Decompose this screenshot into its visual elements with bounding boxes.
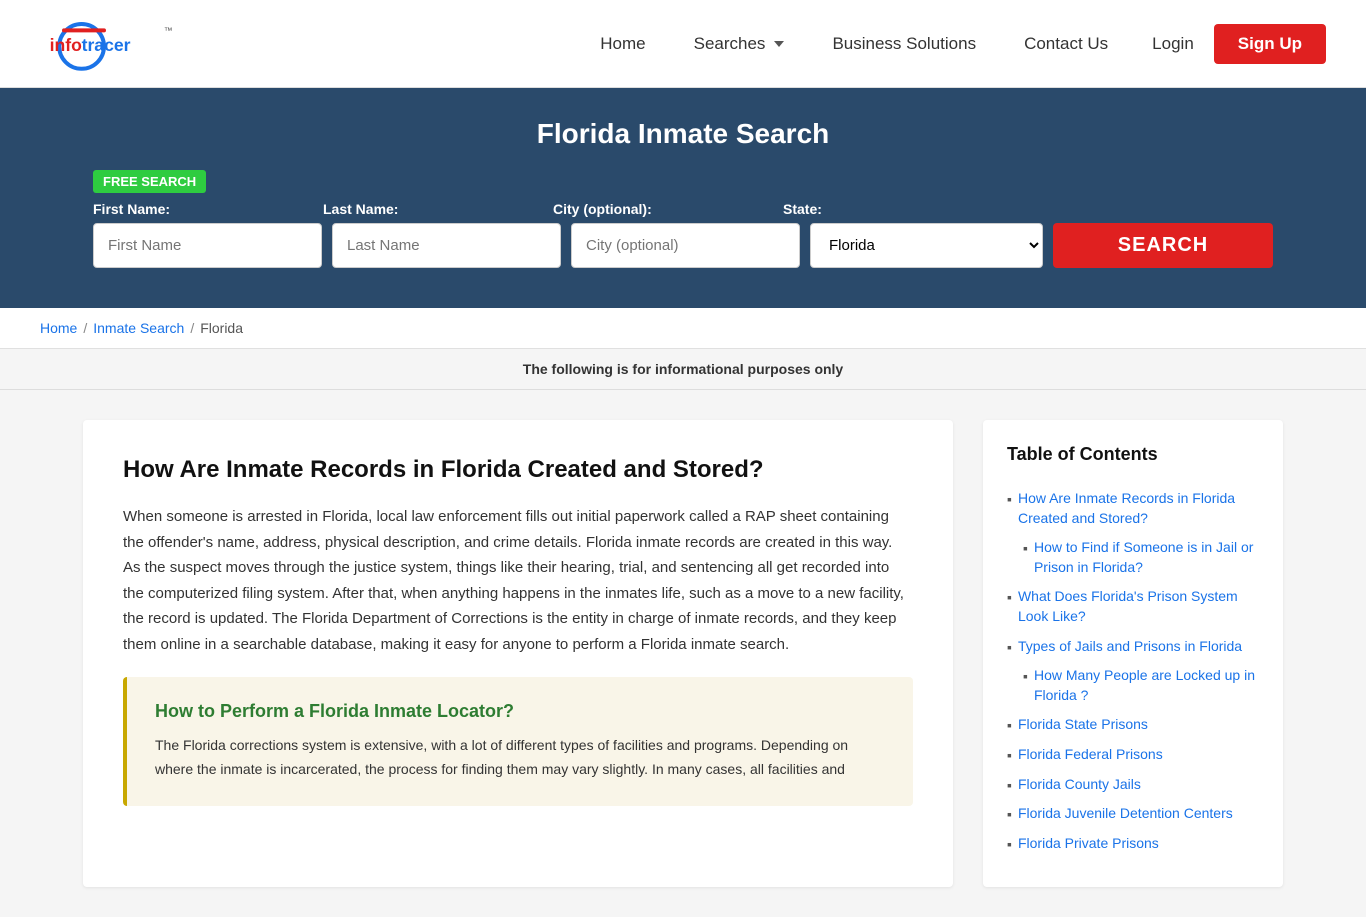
breadcrumb-florida: Florida <box>200 320 243 336</box>
toc-item: ▪ How Are Inmate Records in Florida Creat… <box>1007 489 1259 528</box>
search-button[interactable]: SEARCH <box>1053 223 1273 268</box>
firstname-input[interactable] <box>93 223 322 268</box>
toc-item: ▪ Types of Jails and Prisons in Florida <box>1007 637 1259 657</box>
logo-area: info tracer ™ <box>40 14 200 74</box>
toc-link[interactable]: How to Find if Someone is in Jail or Pri… <box>1034 538 1259 577</box>
nav-contact[interactable]: Contact Us <box>1000 34 1132 54</box>
state-select[interactable]: AlabamaAlaskaArizonaArkansasCaliforniaCo… <box>810 223 1043 268</box>
highlight-box: How to Perform a Florida Inmate Locator?… <box>123 677 913 806</box>
toc-item: ▪ Florida Federal Prisons <box>1007 745 1259 765</box>
toc-link[interactable]: How Are Inmate Records in Florida Create… <box>1018 489 1259 528</box>
main-nav: Home Searches Business Solutions Contact… <box>576 24 1326 64</box>
toc-link[interactable]: What Does Florida's Prison System Look L… <box>1018 587 1259 626</box>
free-search-badge: FREE SEARCH <box>93 170 206 193</box>
nav-searches[interactable]: Searches <box>670 34 809 54</box>
toc-bullet-icon: ▪ <box>1007 717 1012 733</box>
firstname-label: First Name: <box>93 201 313 217</box>
nav-business[interactable]: Business Solutions <box>808 34 1000 54</box>
toc-bullet-icon: ▪ <box>1023 540 1028 556</box>
hero-section: Florida Inmate Search FREE SEARCH First … <box>0 88 1366 308</box>
article-area: How Are Inmate Records in Florida Create… <box>83 420 953 887</box>
toc-bullet-icon: ▪ <box>1007 491 1012 507</box>
toc-list: ▪ How Are Inmate Records in Florida Creat… <box>1007 489 1259 853</box>
svg-text:™: ™ <box>164 25 173 35</box>
highlight-heading: How to Perform a Florida Inmate Locator? <box>155 701 885 722</box>
state-label: State: <box>783 201 1273 217</box>
city-input[interactable] <box>571 223 800 268</box>
city-label: City (optional): <box>553 201 773 217</box>
toc-bullet-icon: ▪ <box>1007 836 1012 852</box>
toc-title: Table of Contents <box>1007 444 1259 473</box>
article-body: When someone is arrested in Florida, loc… <box>123 504 913 657</box>
breadcrumb-inmate-search[interactable]: Inmate Search <box>93 320 184 336</box>
logo: info tracer ™ <box>40 14 200 74</box>
toc-link[interactable]: Florida State Prisons <box>1018 715 1148 735</box>
search-inputs: AlabamaAlaskaArizonaArkansasCaliforniaCo… <box>93 223 1273 268</box>
breadcrumb-sep-2: / <box>190 320 194 336</box>
svg-text:info: info <box>50 35 82 55</box>
toc-bullet-icon: ▪ <box>1007 589 1012 605</box>
toc-item: ▪ What Does Florida's Prison System Look … <box>1007 587 1259 626</box>
toc-link[interactable]: Types of Jails and Prisons in Florida <box>1018 637 1242 657</box>
search-form-wrap: FREE SEARCH First Name: Last Name: City … <box>93 170 1273 268</box>
sidebar-toc: Table of Contents ▪ How Are Inmate Record… <box>983 420 1283 887</box>
toc-link[interactable]: Florida Juvenile Detention Centers <box>1018 804 1233 824</box>
breadcrumb-home[interactable]: Home <box>40 320 77 336</box>
toc-bullet-icon: ▪ <box>1007 806 1012 822</box>
toc-link[interactable]: Florida Private Prisons <box>1018 834 1159 854</box>
article-heading: How Are Inmate Records in Florida Create… <box>123 456 913 484</box>
breadcrumb: Home / Inmate Search / Florida <box>40 320 1326 336</box>
toc-item: ▪ Florida Juvenile Detention Centers <box>1007 804 1259 824</box>
toc-item: ▪ How Many People are Locked up in Florid… <box>1007 666 1259 705</box>
toc-bullet-icon: ▪ <box>1007 639 1012 655</box>
toc-item: ▪ Florida Private Prisons <box>1007 834 1259 854</box>
toc-item: ▪ How to Find if Someone is in Jail or Pr… <box>1007 538 1259 577</box>
hero-title: Florida Inmate Search <box>40 118 1326 150</box>
breadcrumb-sep-1: / <box>83 320 87 336</box>
searches-chevron-icon <box>774 41 784 47</box>
login-button[interactable]: Login <box>1132 26 1214 62</box>
signup-button[interactable]: Sign Up <box>1214 24 1326 64</box>
svg-text:tracer: tracer <box>82 35 131 55</box>
toc-bullet-icon: ▪ <box>1023 668 1028 684</box>
header: info tracer ™ Home Searches Business Sol… <box>0 0 1366 88</box>
highlight-body: The Florida corrections system is extens… <box>155 734 885 782</box>
search-labels: First Name: Last Name: City (optional): … <box>93 201 1273 217</box>
lastname-label: Last Name: <box>323 201 543 217</box>
toc-link[interactable]: How Many People are Locked up in Florida… <box>1034 666 1259 705</box>
main-content: How Are Inmate Records in Florida Create… <box>43 390 1323 917</box>
nav-home[interactable]: Home <box>576 34 669 54</box>
toc-item: ▪ Florida County Jails <box>1007 775 1259 795</box>
breadcrumb-bar: Home / Inmate Search / Florida <box>0 308 1366 349</box>
toc-item: ▪ Florida State Prisons <box>1007 715 1259 735</box>
lastname-input[interactable] <box>332 223 561 268</box>
toc-bullet-icon: ▪ <box>1007 747 1012 763</box>
toc-bullet-icon: ▪ <box>1007 777 1012 793</box>
toc-link[interactable]: Florida County Jails <box>1018 775 1141 795</box>
toc-link[interactable]: Florida Federal Prisons <box>1018 745 1163 765</box>
info-notice: The following is for informational purpo… <box>0 349 1366 390</box>
